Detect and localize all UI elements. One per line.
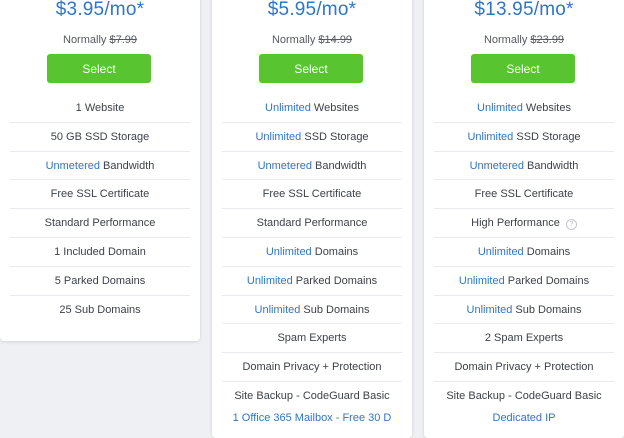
plan-card-plus: $5.95/mo* Normally $14.99 Select Unlimit… bbox=[212, 0, 412, 438]
select-button[interactable]: Select bbox=[471, 54, 575, 83]
feature-text: Sub Domains bbox=[300, 303, 370, 316]
feature-highlight: Unlimited bbox=[265, 102, 311, 114]
feature-highlight: Unlimited bbox=[265, 245, 312, 258]
normal-price-label: Normally bbox=[271, 34, 316, 46]
feature-highlight: Unlimited bbox=[254, 303, 301, 316]
feature-text: Free SSL Certificate bbox=[50, 188, 150, 201]
feature-item: Standard Performance bbox=[0, 209, 200, 238]
feature-item: 1 Website bbox=[0, 94, 200, 123]
normal-price-value: $14.99 bbox=[318, 34, 353, 46]
feature-item: High Performance? bbox=[424, 209, 624, 238]
normal-price: Normally $23.99 bbox=[424, 34, 624, 46]
feature-item: 25 Sub Domains bbox=[0, 296, 200, 325]
feature-text: Parked Domains bbox=[292, 274, 378, 287]
feature-item: 2 Spam Experts bbox=[424, 324, 624, 353]
feature-item: Unmetered Bandwidth bbox=[0, 152, 200, 181]
feature-text: Websites bbox=[310, 102, 359, 114]
feature-item: Free SSL Certificate bbox=[424, 180, 624, 209]
feature-text: SSD Storage bbox=[301, 130, 369, 143]
feature-item: Domain Privacy + Protection bbox=[212, 353, 412, 382]
feature-text: High Performance bbox=[471, 217, 560, 230]
feature-text: SSD Storage bbox=[513, 130, 581, 143]
feature-highlight: Unlimited bbox=[246, 274, 293, 287]
feature-item: Unmetered Bandwidth bbox=[424, 152, 624, 181]
select-button[interactable]: Select bbox=[259, 54, 363, 83]
feature-list: 1 Website 50 GB SSD Storage Unmetered Band… bbox=[0, 94, 200, 324]
feature-highlight: Unlimited bbox=[458, 274, 505, 287]
feature-text: 1 Included Domain bbox=[54, 245, 146, 258]
feature-text: 2 Spam Experts bbox=[484, 332, 564, 345]
feature-text: 50 GB SSD Storage bbox=[50, 130, 150, 143]
feature-item: Domain Privacy + Protection bbox=[424, 353, 624, 382]
feature-text: Domains bbox=[523, 245, 571, 258]
normal-price: Normally $7.99 bbox=[0, 34, 200, 46]
feature-item: Free SSL Certificate bbox=[212, 180, 412, 209]
feature-item: 5 Parked Domains bbox=[0, 267, 200, 296]
feature-text: Site Backup - CodeGuard Basic bbox=[446, 389, 602, 402]
feature-item: Site Backup - CodeGuard Basic bbox=[212, 382, 412, 411]
feature-text: 1 Website bbox=[75, 102, 125, 114]
feature-text: Free SSL Certificate bbox=[262, 188, 362, 201]
feature-text: Sub Domains bbox=[512, 303, 582, 316]
info-icon[interactable]: ? bbox=[565, 219, 577, 231]
feature-highlight: Unmetered bbox=[45, 159, 100, 172]
feature-item: Unlimited Sub Domains bbox=[424, 296, 624, 325]
feature-item: Unlimited Domains bbox=[212, 238, 412, 267]
feature-highlight: Unmetered bbox=[469, 159, 524, 172]
feature-item: Spam Experts bbox=[212, 324, 412, 353]
normal-price: Normally $14.99 bbox=[212, 34, 412, 46]
feature-item: 1 Included Domain bbox=[0, 238, 200, 267]
feature-item: Unlimited Domains bbox=[424, 238, 624, 267]
feature-text: 25 Sub Domains bbox=[59, 303, 141, 316]
feature-item: Unlimited Parked Domains bbox=[212, 267, 412, 296]
feature-text: Bandwidth bbox=[99, 159, 155, 172]
plan-price: $3.95/mo* bbox=[55, 0, 145, 20]
feature-item: Unlimited Websites bbox=[212, 94, 412, 123]
feature-text: 5 Parked Domains bbox=[54, 274, 146, 287]
feature-text: Standard Performance bbox=[256, 217, 368, 230]
plan-card-basic: $3.95/mo* Normally $7.99 Select 1 Websit… bbox=[0, 0, 200, 341]
normal-price-value: $23.99 bbox=[530, 34, 565, 46]
feature-highlight: Unlimited bbox=[255, 130, 302, 143]
feature-item-partial: 1 Office 365 Mailbox - Free 30 D bbox=[232, 412, 392, 424]
feature-text: Domain Privacy + Protection bbox=[242, 361, 382, 374]
plan-price: $13.95/mo* bbox=[474, 0, 574, 20]
feature-item: Standard Performance bbox=[212, 209, 412, 238]
feature-item: Free SSL Certificate bbox=[0, 180, 200, 209]
feature-text: Parked Domains bbox=[504, 274, 590, 287]
normal-price-label: Normally bbox=[483, 34, 528, 46]
feature-item: Unlimited Parked Domains bbox=[424, 267, 624, 296]
feature-highlight: Unmetered bbox=[257, 159, 312, 172]
feature-text: Bandwidth bbox=[523, 159, 579, 172]
feature-highlight: Unlimited bbox=[477, 245, 524, 258]
feature-text: Domains bbox=[311, 245, 359, 258]
feature-item: Unmetered Bandwidth bbox=[212, 152, 412, 181]
feature-item-partial: Dedicated IP bbox=[492, 412, 556, 424]
feature-item: Unlimited Websites bbox=[424, 94, 624, 123]
feature-item: Unlimited SSD Storage bbox=[424, 123, 624, 152]
plan-card-choice-plus: $13.95/mo* Normally $23.99 Select Unlimi… bbox=[424, 0, 624, 438]
feature-highlight: Unlimited bbox=[467, 130, 514, 143]
feature-highlight: Unlimited bbox=[477, 102, 523, 114]
feature-highlight: Unlimited bbox=[466, 303, 513, 316]
normal-price-label: Normally bbox=[63, 34, 107, 46]
feature-item: Unlimited Sub Domains bbox=[212, 296, 412, 325]
feature-list: Unlimited Websites Unlimited SSD Storage U… bbox=[212, 94, 412, 411]
plan-price: $5.95/mo* bbox=[267, 0, 357, 20]
feature-text: Free SSL Certificate bbox=[474, 188, 574, 201]
feature-item: 50 GB SSD Storage bbox=[0, 123, 200, 152]
feature-text: Site Backup - CodeGuard Basic bbox=[234, 389, 390, 402]
feature-item: Site Backup - CodeGuard Basic bbox=[424, 382, 624, 411]
feature-list: Unlimited Websites Unlimited SSD Storage U… bbox=[424, 94, 624, 411]
feature-text: Bandwidth bbox=[311, 159, 367, 172]
feature-text: Spam Experts bbox=[277, 332, 347, 345]
feature-text: Domain Privacy + Protection bbox=[454, 361, 594, 374]
feature-text: Websites bbox=[522, 102, 571, 114]
normal-price-value: $7.99 bbox=[109, 34, 137, 46]
select-button[interactable]: Select bbox=[47, 54, 151, 83]
feature-item: Unlimited SSD Storage bbox=[212, 123, 412, 152]
feature-text: Standard Performance bbox=[44, 217, 156, 230]
